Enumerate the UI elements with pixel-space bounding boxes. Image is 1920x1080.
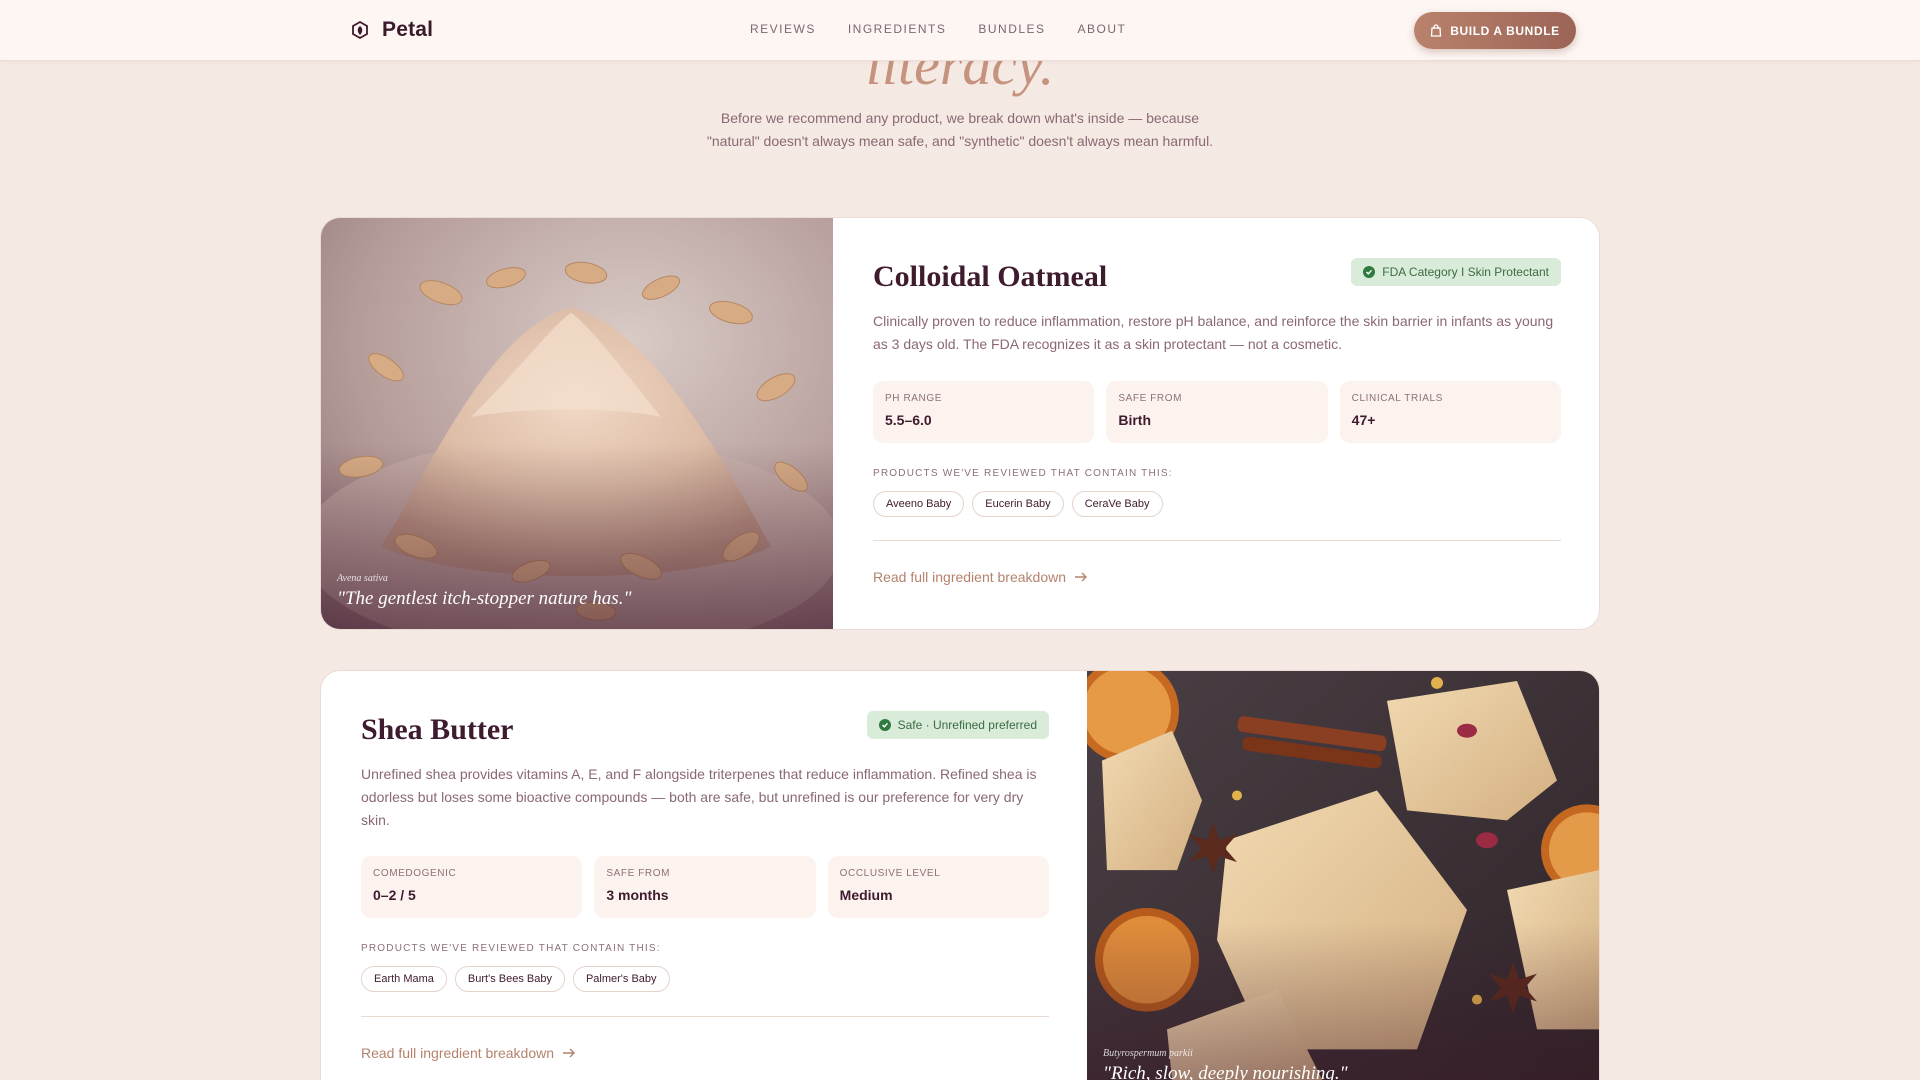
- shea-photo: Butyrospermum parkii "Rich, slow, deeply…: [1087, 671, 1599, 1080]
- product-chip[interactable]: CeraVe Baby: [1071, 491, 1163, 517]
- stat-clinical-trials: CLINICAL TRIALS 47+: [1339, 381, 1561, 443]
- oatmeal-quote: "The gentlest itch-stopper nature has.": [337, 588, 632, 609]
- read-breakdown-link[interactable]: Read full ingredient breakdown: [873, 569, 1088, 585]
- products-contain-label: PRODUCTS WE'VE REVIEWED THAT CONTAIN THI…: [873, 468, 1173, 479]
- oatmeal-photo: Avena sativa "The gentlest itch-stopper …: [321, 218, 833, 629]
- hero-subtitle: Before we recommend any product, we brea…: [0, 107, 1920, 153]
- ingredient-stats: COMEDOGENIC 0–2 / 5 SAFE FROM 3 months O…: [361, 856, 1049, 918]
- stat-label: COMEDOGENIC: [373, 868, 457, 879]
- shea-card-body: Shea Butter Safe · Unrefined preferred U…: [321, 671, 1089, 1080]
- read-breakdown-label: Read full ingredient breakdown: [361, 1045, 555, 1061]
- stat-value: 3 months: [606, 887, 669, 903]
- read-breakdown-link[interactable]: Read full ingredient breakdown: [361, 1045, 576, 1061]
- shopping-bag-icon: [1431, 24, 1442, 37]
- oatmeal-card-body: Colloidal Oatmeal FDA Category I Skin Pr…: [833, 218, 1599, 629]
- product-chip[interactable]: Eucerin Baby: [972, 491, 1064, 517]
- stat-occlusive-level: OCCLUSIVE LEVEL Medium: [827, 856, 1049, 918]
- nav-bundles[interactable]: BUNDLES: [978, 22, 1045, 36]
- stat-ph-range: PH RANGE 5.5–6.0: [873, 381, 1095, 443]
- product-chips: Earth Mama Burt's Bees Baby Palmer's Bab…: [361, 966, 670, 992]
- build-bundle-button[interactable]: BUILD A BUNDLE: [1414, 12, 1576, 49]
- stat-label: CLINICAL TRIALS: [1351, 393, 1443, 404]
- nav-about[interactable]: ABOUT: [1078, 22, 1127, 36]
- shea-quote: "Rich, slow, deeply nourishing.": [1103, 1063, 1348, 1080]
- shea-latin-name: Butyrospermum parkii: [1103, 1048, 1193, 1059]
- stat-label: OCCLUSIVE LEVEL: [839, 868, 941, 879]
- arrow-right-icon: [1075, 572, 1088, 582]
- products-contain-label: PRODUCTS WE'VE REVIEWED THAT CONTAIN THI…: [361, 943, 661, 954]
- build-bundle-label: BUILD A BUNDLE: [1450, 23, 1560, 38]
- stat-label: PH RANGE: [885, 393, 943, 404]
- stat-value: 5.5–6.0: [885, 412, 932, 428]
- nav-reviews[interactable]: REVIEWS: [750, 22, 816, 36]
- ingredient-card-colloidal-oatmeal: Avena sativa "The gentlest itch-stopper …: [320, 217, 1600, 630]
- stat-label: SAFE FROM: [606, 868, 671, 879]
- stat-value: 0–2 / 5: [373, 887, 416, 903]
- product-chips: Aveeno Baby Eucerin Baby CeraVe Baby: [873, 491, 1163, 517]
- nav-ingredients[interactable]: INGREDIENTS: [848, 22, 947, 36]
- status-badge-label: Safe · Unrefined preferred: [897, 718, 1037, 732]
- hero-subtitle-line-2: "natural" doesn't always mean safe, and …: [706, 133, 1214, 149]
- ingredient-description: Unrefined shea provides vitamins A, E, a…: [361, 766, 1037, 828]
- stat-safe-from: SAFE FROM Birth: [1106, 381, 1328, 443]
- ingredient-title: Shea Butter: [361, 713, 514, 746]
- stat-value: Medium: [839, 887, 893, 903]
- ingredient-stats: PH RANGE 5.5–6.0 SAFE FROM Birth CLINICA…: [873, 381, 1561, 443]
- ingredient-description: Clinically proven to reduce inflammation…: [873, 313, 1554, 352]
- check-circle-icon: [1363, 266, 1376, 278]
- read-breakdown-label: Read full ingredient breakdown: [873, 569, 1067, 585]
- hero-subtitle-line-1: Before we recommend any product, we brea…: [720, 110, 1200, 126]
- product-chip[interactable]: Burt's Bees Baby: [454, 966, 565, 992]
- stat-safe-from: SAFE FROM 3 months: [594, 856, 816, 918]
- product-chip[interactable]: Earth Mama: [361, 966, 447, 992]
- product-chip[interactable]: Palmer's Baby: [572, 966, 670, 992]
- product-chip[interactable]: Aveeno Baby: [873, 491, 965, 517]
- divider: [361, 1016, 1049, 1017]
- divider: [873, 540, 1561, 541]
- stat-value: Birth: [1118, 412, 1151, 428]
- oatmeal-latin-name: Avena sativa: [337, 573, 388, 584]
- stat-comedogenic: COMEDOGENIC 0–2 / 5: [361, 856, 583, 918]
- brand-name: Petal: [382, 18, 434, 41]
- check-circle-icon: [878, 719, 891, 731]
- petal-logo-icon: [352, 20, 368, 40]
- ingredient-title: Colloidal Oatmeal: [873, 260, 1108, 293]
- stat-value: 47+: [1351, 412, 1376, 428]
- site-header: Petal REVIEWS INGREDIENTS BUNDLES ABOUT …: [0, 0, 1920, 61]
- status-badge-label: FDA Category I Skin Protectant: [1382, 265, 1549, 279]
- status-badge: FDA Category I Skin Protectant: [1351, 258, 1561, 286]
- status-badge: Safe · Unrefined preferred: [866, 711, 1049, 739]
- arrow-right-icon: [563, 1048, 576, 1058]
- stat-label: SAFE FROM: [1118, 393, 1183, 404]
- brand-logo[interactable]: Petal: [350, 17, 433, 43]
- main-nav: REVIEWS INGREDIENTS BUNDLES ABOUT: [750, 22, 1126, 36]
- ingredient-card-shea-butter: Shea Butter Safe · Unrefined preferred U…: [320, 670, 1600, 1080]
